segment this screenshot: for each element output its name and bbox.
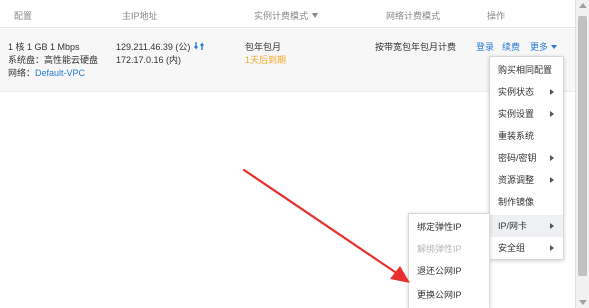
renew-link[interactable]: 续费 [502, 41, 520, 53]
instance-spec: 1 核 1 GB 1 Mbps [8, 42, 80, 52]
menu-item-ip-nic[interactable]: IP/网卡 [490, 215, 563, 237]
header-network-billing: 网络计费模式 [386, 11, 441, 21]
header-actions: 操作 [487, 11, 506, 21]
submenu-item-label: 绑定弹性IP [417, 222, 462, 232]
menu-item-password-key[interactable]: 密码/密钥 [490, 147, 563, 169]
menu-item-label: 安全组 [498, 243, 526, 253]
submenu-item-return-public-ip[interactable]: 退还公网IP [409, 260, 489, 282]
menu-item-resource-adjust[interactable]: 资源调整 [490, 169, 563, 191]
switch-ip-icon[interactable] [194, 41, 204, 51]
submenu-item-bind-eip[interactable]: 绑定弹性IP [409, 216, 489, 238]
menu-item-buy-same[interactable]: 购买相同配置 [490, 59, 563, 81]
billing-mode: 包年包月 [245, 42, 282, 52]
header-config: 配置 [14, 11, 33, 21]
vertical-scrollbar[interactable] [575, 0, 589, 308]
chevron-down-icon [551, 45, 558, 49]
header-billing[interactable]: 实例计费模式 [254, 9, 319, 22]
ip-nic-submenu: 绑定弹性IP 解绑弹性IP 退还公网IP 更换公网IP [408, 213, 490, 308]
filter-icon[interactable] [312, 13, 319, 18]
more-menu: 购买相同配置 实例状态 实例设置 重装系统 密码/密钥 资源调整 制作镜像 IP… [489, 56, 564, 260]
header-billing-label: 实例计费模式 [254, 11, 309, 21]
instance-disk: 系统盘：高性能云硬盘 [8, 55, 99, 65]
submenu-item-change-public-ip[interactable]: 更换公网IP [409, 284, 489, 306]
network-label: 网络： [8, 68, 36, 78]
menu-item-label: 实例设置 [498, 109, 535, 119]
chevron-right-icon [550, 89, 554, 95]
network-billing-mode: 按带宽包年包月计费 [375, 42, 457, 52]
private-ip: 172.17.0.16 (内) [116, 55, 182, 65]
scroll-down-icon[interactable] [579, 300, 587, 305]
submenu-item-label: 解绑弹性IP [417, 244, 462, 254]
more-dropdown[interactable]: 更多 [530, 41, 558, 53]
expiry-status: 1天后到期 [245, 55, 287, 65]
menu-item-security-group[interactable]: 安全组 [490, 237, 563, 259]
menu-item-instance-settings[interactable]: 实例设置 [490, 103, 563, 125]
chevron-right-icon [550, 223, 554, 229]
menu-item-label: 制作镜像 [498, 197, 535, 207]
menu-item-label: 购买相同配置 [498, 65, 553, 75]
menu-item-label: 重装系统 [498, 131, 535, 141]
menu-item-label: IP/网卡 [498, 221, 528, 231]
login-link[interactable]: 登录 [476, 41, 494, 53]
chevron-right-icon [550, 111, 554, 117]
menu-item-label: 实例状态 [498, 87, 535, 97]
chevron-right-icon [550, 155, 554, 161]
public-ip: 129.211.46.39 (公) [116, 42, 191, 52]
submenu-item-label: 更换公网IP [417, 290, 462, 300]
menu-item-label: 资源调整 [498, 175, 535, 185]
scroll-up-icon[interactable] [579, 3, 587, 8]
table-header: 配置 主IP地址 实例计费模式 网络计费模式 操作 [0, 0, 575, 28]
scroll-thumb[interactable] [578, 16, 587, 276]
chevron-right-icon [550, 245, 554, 251]
menu-item-reinstall[interactable]: 重装系统 [490, 125, 563, 147]
instance-network: 网络：Default-VPC [8, 67, 85, 79]
more-label: 更多 [530, 42, 549, 52]
menu-item-instance-status[interactable]: 实例状态 [490, 81, 563, 103]
menu-item-create-image[interactable]: 制作镜像 [490, 191, 563, 213]
network-vpc-link[interactable]: Default-VPC [35, 68, 85, 78]
chevron-right-icon [550, 177, 554, 183]
menu-item-label: 密码/密钥 [498, 153, 537, 163]
submenu-item-label: 退还公网IP [417, 266, 462, 276]
header-ip: 主IP地址 [122, 11, 158, 21]
submenu-item-unbind-eip: 解绑弹性IP [409, 238, 489, 260]
